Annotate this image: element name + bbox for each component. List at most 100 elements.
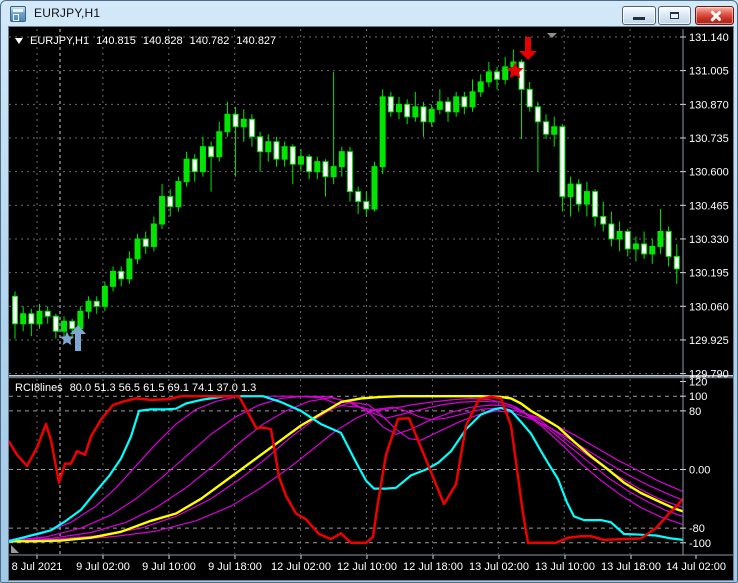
candle-bear: [494, 71, 501, 80]
candle-bear: [191, 158, 198, 173]
candle-bear: [232, 113, 239, 128]
candle-bear: [624, 230, 631, 250]
symbol-dropdown-icon[interactable]: [15, 38, 23, 44]
candle-bull: [224, 113, 231, 133]
candle-bull: [436, 101, 443, 110]
header-close: 140.827: [236, 35, 277, 47]
candle-bear: [28, 313, 35, 325]
candle-bear: [248, 118, 255, 138]
minimize-icon: [633, 17, 645, 20]
indicator-axis-label: 0.00: [689, 465, 710, 477]
candle-bear: [346, 151, 353, 193]
indicator-axis-label: 120: [689, 377, 707, 389]
close-button[interactable]: [695, 6, 734, 25]
candle-bull: [265, 141, 272, 153]
candle-bear: [289, 146, 296, 165]
candle-bear: [534, 106, 541, 123]
window-title: EURJPY,H1: [34, 6, 101, 20]
candle-bear: [673, 255, 680, 270]
price-axis-label: 130.060: [689, 301, 729, 313]
candle-bull: [428, 108, 435, 123]
mt4-chart-window: EURJPY,H1 131.140 131.005 130.870 130.735 13…: [0, 0, 738, 583]
candle-bull: [485, 71, 492, 83]
candle-bear: [461, 96, 468, 108]
price-axis-label: 130.870: [689, 99, 729, 111]
candle-bear: [559, 126, 566, 198]
indicator-axis-label: -100: [689, 538, 711, 550]
chart-area[interactable]: 131.140 131.005 130.870 130.735 130.600 130.4…: [8, 26, 734, 581]
candle-bull: [159, 196, 166, 225]
pane-separator-dark: [9, 376, 733, 379]
time-axis-label: 12 Jul 18:00: [403, 561, 463, 573]
candle-bear: [273, 141, 280, 160]
buy-arrow-shaft[interactable]: [75, 334, 81, 351]
candle-bear: [518, 61, 525, 90]
candle-bear: [257, 136, 264, 153]
candle-bull: [477, 81, 484, 93]
sell-arrow-shaft[interactable]: [525, 37, 531, 51]
price-axis-label: 130.330: [689, 234, 729, 246]
candle-bear: [142, 238, 149, 247]
candle-bear: [404, 103, 411, 118]
price-axis-label: 131.140: [689, 32, 729, 44]
candle-bear: [118, 270, 125, 280]
candle-bear: [208, 146, 215, 158]
candle-bull: [85, 300, 92, 312]
indicator-name: RCI8lines: [15, 382, 63, 394]
minimize-button[interactable]: [622, 6, 656, 25]
header-symbol: EURJPY,H1: [30, 35, 90, 47]
close-icon: [709, 10, 720, 21]
candle-bear: [641, 243, 648, 255]
restore-button[interactable]: [658, 6, 691, 25]
indicator-values: 80.0 51.3 56.5 61.5 69.1 74.1 37.0 1.3: [69, 382, 257, 394]
candle-bull: [502, 66, 509, 80]
price-axis-label: 130.600: [689, 167, 729, 179]
indicator-axis-label: -80: [689, 523, 705, 535]
pane-separator-light[interactable]: [9, 375, 733, 377]
candle-bear: [543, 121, 550, 135]
time-axis-label: 8 Jul 2021: [12, 561, 63, 573]
price-axis-label: 130.465: [689, 200, 729, 212]
header-open: 140.815: [96, 35, 136, 47]
candle-bull: [110, 270, 117, 287]
candle-bull: [175, 181, 182, 208]
time-axis-label: 9 Jul 02:00: [76, 561, 130, 573]
candle-bear: [445, 101, 452, 113]
candle-bull: [297, 156, 304, 165]
candle-bull: [657, 230, 664, 247]
candle-bull: [371, 166, 378, 210]
candle-bear: [69, 320, 76, 330]
candle-bear: [355, 191, 362, 203]
candle-bear: [93, 300, 100, 307]
header-low: 140.782: [189, 35, 230, 47]
time-axis-label: 13 Jul 02:00: [469, 561, 529, 573]
candle-bull: [412, 106, 419, 118]
window-titlebar[interactable]: EURJPY,H1: [1, 1, 737, 27]
candle-bear: [420, 106, 427, 123]
time-axis-label: 9 Jul 10:00: [142, 561, 196, 573]
chart-ohlc-header: EURJPY,H1 140.815 140.828 140.782 140.82…: [15, 35, 283, 47]
candle-bull: [379, 96, 386, 168]
candle-bull: [199, 146, 206, 173]
time-axis-label: 14 Jul 02:00: [666, 561, 726, 573]
time-axis-label: 12 Jul 02:00: [271, 561, 331, 573]
candle-bear: [575, 183, 582, 205]
indicator-axis-label: 100: [689, 391, 707, 403]
candle-bull: [281, 146, 288, 160]
candle-bull: [314, 161, 321, 173]
indicator-header: RCI8lines 80.0 51.3 56.5 61.5 69.1 74.1 …: [15, 382, 263, 394]
candle-bull: [632, 243, 639, 250]
candle-bull: [469, 91, 476, 108]
candle-bear: [167, 196, 174, 208]
candle-bear: [52, 315, 59, 332]
candle-bull: [20, 313, 27, 325]
candle-bear: [387, 96, 394, 113]
indicator-axis-label: 80: [689, 406, 701, 418]
candle-bull: [338, 151, 345, 168]
chart-canvas[interactable]: 131.140 131.005 130.870 130.735 130.600 130.4…: [9, 27, 733, 580]
candle-bull: [453, 96, 460, 113]
price-axis-label: 131.005: [689, 66, 729, 78]
candle-bear: [592, 191, 599, 218]
candle-bear: [44, 310, 51, 317]
candle-bull: [36, 310, 43, 325]
